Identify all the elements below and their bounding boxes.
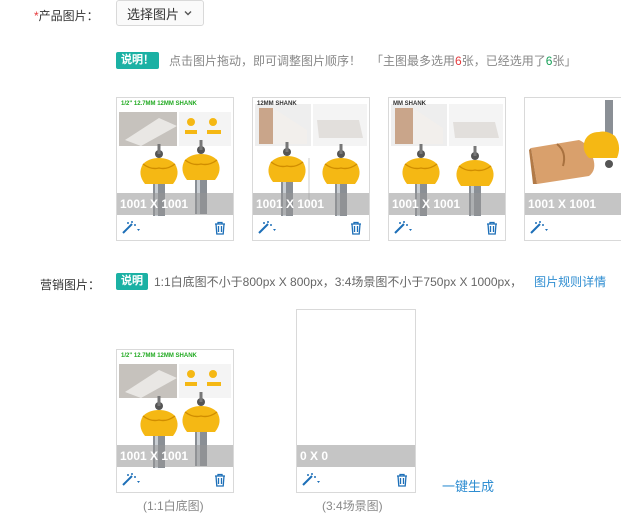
product-image-card[interactable]: MM SHANK 1001 X 1001: [388, 97, 506, 241]
card-toolbar: [117, 468, 233, 492]
magic-wand-icon[interactable]: [121, 221, 143, 235]
card-toolbar: [297, 468, 415, 492]
one-click-generate-link[interactable]: 一键生成: [442, 476, 494, 495]
product-images-hint: 说明！ 点击图片拖动，即可调整图片顺序！ 「主图最多选用6张，已经选用了6张」: [116, 52, 576, 69]
quota-max: 6: [455, 54, 462, 68]
trash-icon[interactable]: [485, 221, 499, 235]
image-dimension: 1001 X 1001: [525, 193, 621, 215]
magic-wand-icon[interactable]: [257, 221, 279, 235]
magic-wand-icon[interactable]: [393, 221, 415, 235]
white-background-caption: (1:1白底图): [143, 499, 204, 513]
info-tag: 说明！: [116, 52, 159, 69]
product-image-card[interactable]: 12MM SHANK 1001 X 1001: [252, 97, 370, 241]
magic-wand-icon[interactable]: [529, 221, 551, 235]
image-banner-text: MM SHANK: [393, 101, 426, 107]
product-image-card[interactable]: 1001 X 1001: [524, 97, 621, 241]
scene-image-caption: (3:4场景图): [322, 499, 383, 513]
image-banner-text: 1/2" 12.7MM 12MM SHANK: [121, 101, 197, 107]
trash-icon[interactable]: [395, 473, 409, 487]
marketing-image-card-white[interactable]: 1/2" 12.7MM 12MM SHANK 1001 X 1001: [116, 349, 234, 493]
marketing-image-card-scene[interactable]: 0 X 0: [296, 309, 416, 493]
size-requirements: 1:1白底图不小于800px X 800px，3:4场景图不小于750px X …: [154, 275, 523, 289]
product-image-card[interactable]: 1/2" 12.7MM 12MM SHANK 1001 X 1001: [116, 97, 234, 241]
card-toolbar: [525, 216, 621, 240]
quota-text: 「主图最多选用6张，已经选用了6张」: [371, 54, 577, 68]
image-dimension: 1001 X 1001: [389, 193, 505, 215]
trash-icon[interactable]: [213, 221, 227, 235]
card-toolbar: [253, 216, 369, 240]
product-images-label: *产品图片：: [34, 9, 99, 23]
card-toolbar: [389, 216, 505, 240]
trash-icon[interactable]: [349, 221, 363, 235]
marketing-images-label: 营销图片：: [40, 278, 101, 292]
image-banner-text: 12MM SHANK: [257, 101, 297, 107]
info-tag: 说明: [116, 273, 148, 290]
marketing-images-hint: 说明 1:1白底图不小于800px X 800px，3:4场景图不小于750px…: [116, 273, 606, 290]
drag-hint: 点击图片拖动，即可调整图片顺序！: [169, 54, 362, 68]
image-dimension: 1001 X 1001: [117, 445, 233, 467]
image-dimension: 1001 X 1001: [253, 193, 369, 215]
select-image-button[interactable]: 选择图片: [116, 0, 205, 26]
trash-icon[interactable]: [213, 473, 227, 487]
image-dimension: 0 X 0: [297, 445, 415, 467]
image-rules-link[interactable]: 图片规则详情: [534, 273, 606, 290]
chevron-down-icon: [183, 6, 193, 21]
magic-wand-icon[interactable]: [301, 473, 323, 487]
image-banner-text: 1/2" 12.7MM 12MM SHANK: [121, 353, 197, 359]
card-toolbar: [117, 216, 233, 240]
image-dimension: 1001 X 1001: [117, 193, 233, 215]
magic-wand-icon[interactable]: [121, 473, 143, 487]
